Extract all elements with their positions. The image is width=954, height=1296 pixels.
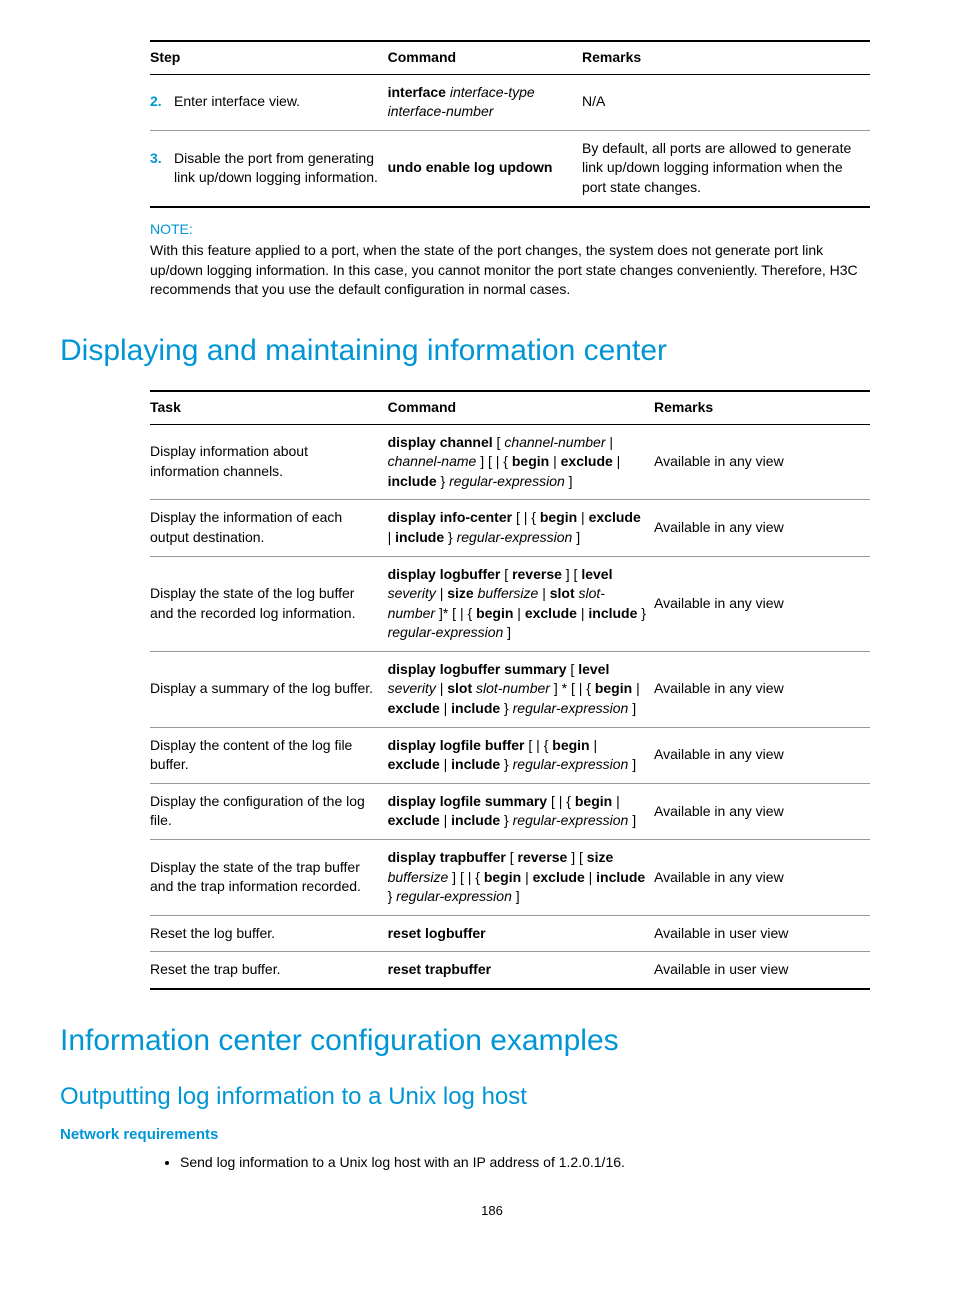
steps-table: Step Command Remarks 2. Enter interface … — [150, 40, 870, 208]
command-cell: display logbuffer summary [ level severi… — [388, 651, 654, 727]
remarks-cell: Available in any view — [654, 651, 870, 727]
table-row: Display the configuration of the log fil… — [150, 783, 870, 839]
command-cell: interface interface-type interface-numbe… — [388, 74, 582, 130]
heading-config-examples: Information center configuration example… — [60, 1020, 894, 1062]
remarks-cell: Available in any view — [654, 500, 870, 556]
remarks-cell: Available in any view — [654, 727, 870, 783]
table-row: Display the state of the trap buffer and… — [150, 840, 870, 916]
table-row: 2. Enter interface view. interface inter… — [150, 74, 870, 130]
table-row: Display the state of the log buffer and … — [150, 556, 870, 651]
command-cell: display logfile summary [ | { begin | ex… — [388, 783, 654, 839]
command-cell: reset logbuffer — [388, 915, 654, 952]
th-remarks: Remarks — [582, 41, 870, 74]
th-task: Task — [150, 391, 388, 424]
table-row: Reset the log buffer. reset logbuffer Av… — [150, 915, 870, 952]
step-cell: 2. Enter interface view. — [150, 74, 388, 130]
task-cell: Reset the log buffer. — [150, 915, 388, 952]
task-cell: Display the content of the log file buff… — [150, 727, 388, 783]
note-block: NOTE: With this feature applied to a por… — [150, 220, 870, 300]
command-cell: display trapbuffer [ reverse ] [ size bu… — [388, 840, 654, 916]
task-cell: Display the state of the trap buffer and… — [150, 840, 388, 916]
list-item: Send log information to a Unix log host … — [180, 1153, 894, 1173]
task-cell: Display information about information ch… — [150, 424, 388, 500]
remarks-cell: N/A — [582, 74, 870, 130]
step-number: 3. — [150, 149, 168, 169]
th-command: Command — [388, 41, 582, 74]
remarks-cell: Available in any view — [654, 424, 870, 500]
table-row: Reset the trap buffer. reset trapbuffer … — [150, 952, 870, 989]
table-row: Display a summary of the log buffer. dis… — [150, 651, 870, 727]
command-cell: undo enable log updown — [388, 130, 582, 206]
page-number: 186 — [90, 1202, 894, 1220]
task-cell: Display the state of the log buffer and … — [150, 556, 388, 651]
task-cell: Reset the trap buffer. — [150, 952, 388, 989]
note-text: With this feature applied to a port, whe… — [150, 241, 870, 300]
table-row: Display the information of each output d… — [150, 500, 870, 556]
th-remarks: Remarks — [654, 391, 870, 424]
table-row: Display information about information ch… — [150, 424, 870, 500]
remarks-cell: Available in user view — [654, 952, 870, 989]
note-label: NOTE: — [150, 220, 870, 240]
table-row: Display the content of the log file buff… — [150, 727, 870, 783]
heading-unix-loghost: Outputting log information to a Unix log… — [60, 1080, 894, 1114]
command-cell: display logbuffer [ reverse ] [ level se… — [388, 556, 654, 651]
table-row: 3. Disable the port from generating link… — [150, 130, 870, 206]
remarks-cell: Available in any view — [654, 556, 870, 651]
command-cell: display channel [ channel-number | chann… — [388, 424, 654, 500]
command-cell: display logfile buffer [ | { begin | exc… — [388, 727, 654, 783]
task-cell: Display a summary of the log buffer. — [150, 651, 388, 727]
step-cell: 3. Disable the port from generating link… — [150, 130, 388, 206]
task-cell: Display the information of each output d… — [150, 500, 388, 556]
heading-network-req: Network requirements — [60, 1124, 894, 1145]
remarks-cell: By default, all ports are allowed to gen… — [582, 130, 870, 206]
step-text: Disable the port from generating link up… — [174, 149, 380, 188]
step-number: 2. — [150, 92, 168, 112]
remarks-cell: Available in any view — [654, 783, 870, 839]
heading-displaying: Displaying and maintaining information c… — [60, 330, 894, 372]
task-cell: Display the configuration of the log fil… — [150, 783, 388, 839]
command-cell: display info-center [ | { begin | exclud… — [388, 500, 654, 556]
step-text: Enter interface view. — [174, 92, 380, 112]
th-command: Command — [388, 391, 654, 424]
requirements-list: Send log information to a Unix log host … — [160, 1153, 894, 1173]
remarks-cell: Available in user view — [654, 915, 870, 952]
remarks-cell: Available in any view — [654, 840, 870, 916]
display-commands-table: Task Command Remarks Display information… — [150, 390, 870, 990]
command-cell: reset trapbuffer — [388, 952, 654, 989]
th-step: Step — [150, 41, 388, 74]
